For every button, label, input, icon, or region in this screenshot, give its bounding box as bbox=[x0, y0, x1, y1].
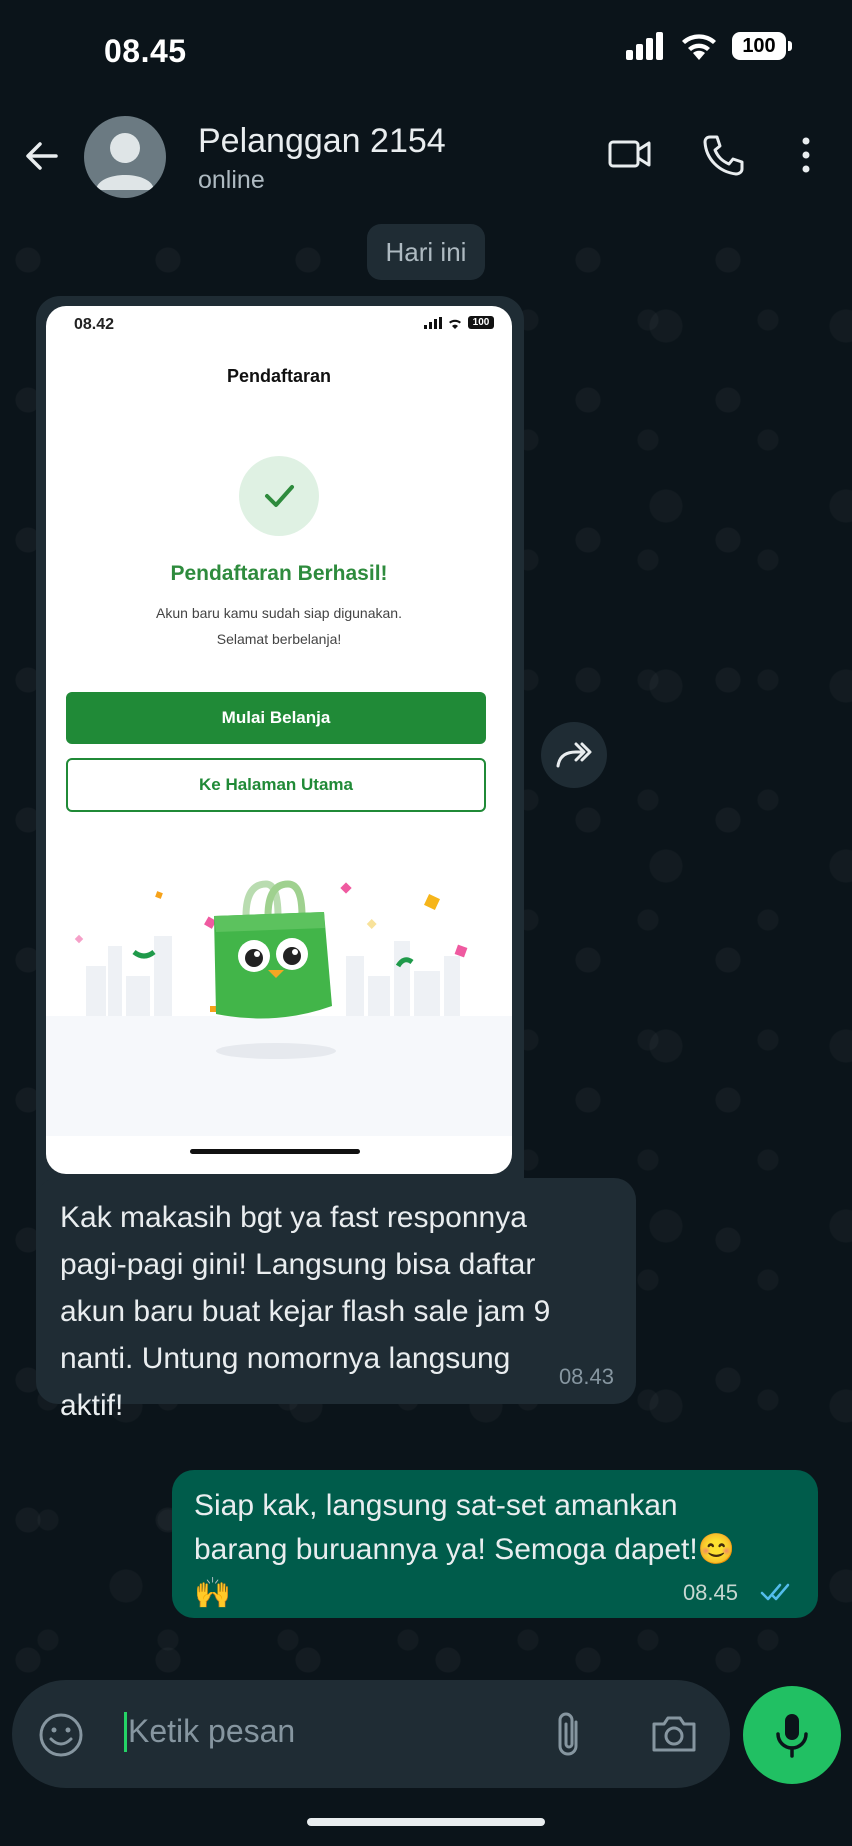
emoji-icon[interactable] bbox=[38, 1712, 84, 1758]
shopping-bag-mascot-illustration bbox=[46, 880, 512, 1136]
avatar[interactable] bbox=[84, 116, 166, 198]
wifi-icon bbox=[449, 319, 461, 329]
back-arrow-icon[interactable] bbox=[22, 136, 62, 176]
contact-name[interactable]: Pelanggan 2154 bbox=[198, 122, 446, 161]
message-line: Siap kak, langsung sat-set amankan bbox=[194, 1489, 678, 1522]
screenshot-home-indicator bbox=[190, 1149, 360, 1154]
home-page-button: Ke Halaman Utama bbox=[66, 758, 486, 812]
input-bar: Ketik pesan bbox=[0, 1680, 852, 1846]
message-line: nanti. Untung nomornya langsung bbox=[60, 1342, 511, 1375]
message-text: Kak makasih bgt ya fast responnya pagi-p… bbox=[60, 1194, 620, 1429]
forward-icon bbox=[556, 742, 592, 768]
description-line: Selamat berbelanja! bbox=[216, 631, 342, 647]
success-check-icon bbox=[239, 456, 319, 536]
text-cursor bbox=[124, 1712, 127, 1752]
contact-status: online bbox=[198, 166, 265, 194]
attachment-icon[interactable] bbox=[550, 1708, 586, 1760]
voice-message-button[interactable] bbox=[743, 1686, 841, 1784]
chat-header: Pelanggan 2154 online bbox=[0, 100, 852, 218]
registration-screenshot[interactable]: 08.42 100 Pendaftaran Pendaftaran Berhas… bbox=[46, 306, 512, 1174]
success-title: Pendaftaran Berhasil! bbox=[170, 562, 388, 585]
message-line: aktif! bbox=[60, 1389, 124, 1422]
camera-icon[interactable] bbox=[650, 1712, 698, 1754]
screenshot-status-icons: 100 bbox=[424, 316, 494, 329]
screenshot-time: 08.42 bbox=[74, 316, 115, 333]
incoming-message[interactable]: Kak makasih bgt ya fast responnya pagi-p… bbox=[36, 1178, 636, 1422]
home-indicator bbox=[307, 1818, 545, 1826]
message-line: pagi-pagi gini! Langsung bisa daftar bbox=[60, 1248, 536, 1281]
description-line: Akun baru kamu sudah siap digunakan. bbox=[156, 605, 402, 621]
outgoing-message[interactable]: Siap kak, langsung sat-set amankan baran… bbox=[172, 1470, 818, 1618]
message-line: barang buruannya ya! Semoga dapet!😊 bbox=[194, 1533, 736, 1566]
message-time: 08.43 bbox=[558, 1364, 614, 1389]
date-chip: Hari ini bbox=[367, 224, 485, 280]
message-input[interactable]: Ketik pesan bbox=[128, 1713, 295, 1750]
screenshot-title: Pendaftaran bbox=[226, 366, 332, 386]
message-line: Kak makasih bgt ya fast responnya bbox=[60, 1201, 527, 1234]
more-options-icon[interactable] bbox=[796, 134, 816, 176]
read-receipt-icon bbox=[760, 1583, 790, 1601]
video-call-icon[interactable] bbox=[608, 134, 652, 174]
microphone-icon bbox=[776, 1714, 808, 1758]
signal-icon bbox=[424, 316, 442, 329]
status-time: 08.45 bbox=[104, 33, 187, 69]
forward-button[interactable] bbox=[541, 722, 607, 788]
default-avatar-icon bbox=[96, 133, 154, 190]
battery-icon: 100 bbox=[468, 316, 494, 329]
chat-area: Hari ini 08.42 100 Pendaftaran Pendaftar… bbox=[0, 218, 852, 1680]
message-time: 08.45 bbox=[682, 1580, 738, 1605]
signal-icon bbox=[626, 32, 663, 60]
status-bar: 08.45 100 bbox=[0, 0, 852, 100]
message-input-container: Ketik pesan bbox=[12, 1680, 730, 1788]
wifi-icon bbox=[682, 34, 716, 60]
start-shopping-button: Mulai Belanja bbox=[66, 692, 486, 744]
phone-call-icon[interactable] bbox=[702, 134, 744, 176]
status-icons: 100 bbox=[626, 32, 792, 60]
success-description: Akun baru kamu sudah siap digunakan. Sel… bbox=[46, 600, 512, 652]
battery-icon: 100 bbox=[732, 32, 792, 60]
message-line: akun baru buat kejar flash sale jam 9 bbox=[60, 1295, 551, 1328]
